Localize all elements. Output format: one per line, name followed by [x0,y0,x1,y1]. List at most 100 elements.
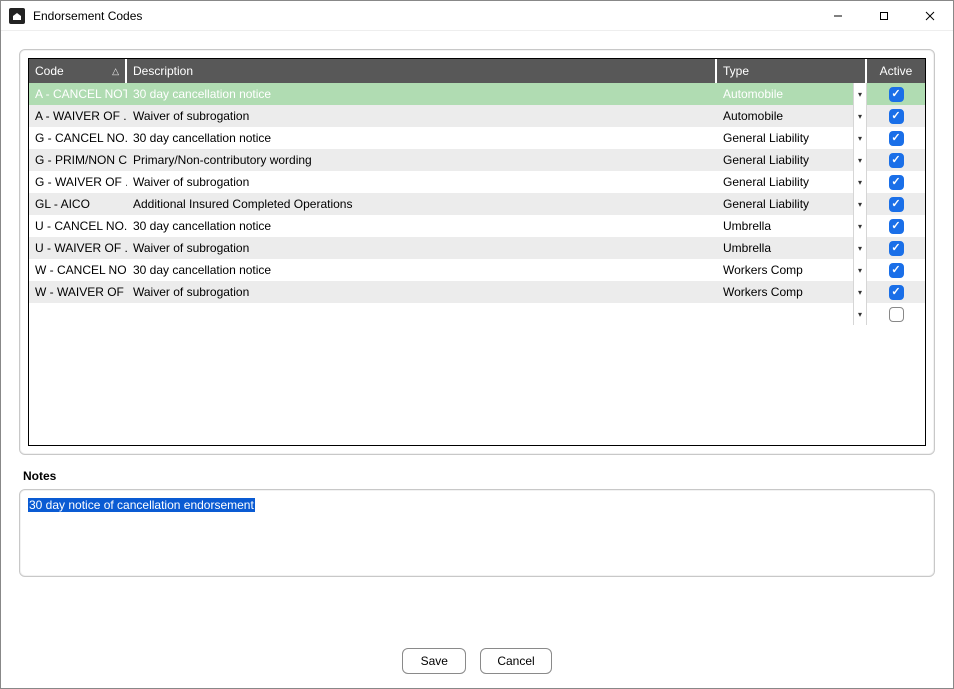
cell-type[interactable]: General Liability [717,149,853,171]
col-header-type[interactable]: Type [717,59,867,83]
table-row[interactable]: G - WAIVER OF ...Waiver of subrogationGe… [29,171,925,193]
cell-code[interactable]: G - WAIVER OF ... [29,171,127,193]
active-checkbox[interactable] [889,241,904,256]
cell-code[interactable]: U - WAIVER OF ... [29,237,127,259]
cell-description[interactable]: Additional Insured Completed Operations [127,193,717,215]
cell-active [867,105,925,127]
type-dropdown-button[interactable]: ▾ [853,83,867,105]
cell-description[interactable]: 30 day cancellation notice [127,215,717,237]
table-row[interactable]: W - CANCEL NO...30 day cancellation noti… [29,259,925,281]
active-checkbox[interactable] [889,87,904,102]
active-checkbox[interactable] [889,109,904,124]
active-checkbox[interactable] [889,131,904,146]
table-row[interactable]: U - WAIVER OF ...Waiver of subrogationUm… [29,237,925,259]
cell-active [867,303,925,325]
cell-type[interactable]: General Liability [717,193,853,215]
cell-description[interactable]: Waiver of subrogation [127,105,717,127]
window-title: Endorsement Codes [33,9,142,23]
type-dropdown-button[interactable]: ▾ [853,215,867,237]
cell-code[interactable]: W - WAIVER OF ... [29,281,127,303]
cell-type[interactable]: Automobile [717,105,853,127]
cell-type[interactable] [717,303,853,325]
cell-code[interactable]: G - CANCEL NO... [29,127,127,149]
cell-active [867,193,925,215]
active-checkbox[interactable] [889,307,904,322]
cell-type[interactable]: Automobile [717,83,853,105]
cell-type[interactable]: General Liability [717,127,853,149]
chevron-down-icon: ▾ [858,222,862,231]
cell-code[interactable]: A - WAIVER OF ... [29,105,127,127]
col-header-active-label: Active [880,64,913,78]
sort-ascending-icon: △ [108,66,119,77]
table-row[interactable]: A - WAIVER OF ...Waiver of subrogationAu… [29,105,925,127]
col-header-active[interactable]: Active [867,59,925,83]
cell-type[interactable]: Umbrella [717,215,853,237]
col-header-description[interactable]: Description [127,59,717,83]
chevron-down-icon: ▾ [858,200,862,209]
cell-description[interactable]: Waiver of subrogation [127,281,717,303]
chevron-down-icon: ▾ [858,288,862,297]
type-dropdown-button[interactable]: ▾ [853,281,867,303]
chevron-down-icon: ▾ [858,112,862,121]
cell-code[interactable]: W - CANCEL NO... [29,259,127,281]
minimize-icon [833,11,843,21]
save-button[interactable]: Save [402,648,466,674]
table-row[interactable]: U - CANCEL NO...30 day cancellation noti… [29,215,925,237]
cell-description[interactable]: 30 day cancellation notice [127,127,717,149]
active-checkbox[interactable] [889,285,904,300]
notes-textarea[interactable]: 30 day notice of cancellation endorsemen… [26,496,928,570]
cell-description[interactable]: 30 day cancellation notice [127,83,717,105]
col-header-code[interactable]: Code △ [29,59,127,83]
type-dropdown-button[interactable]: ▾ [853,303,867,325]
cancel-button[interactable]: Cancel [480,648,551,674]
cell-description[interactable] [127,303,717,325]
grid-panel: Code △ Description Type Active A - CANCE… [19,49,935,455]
cell-code[interactable] [29,303,127,325]
table-row[interactable]: A - CANCEL NOT...30 day cancellation not… [29,83,925,105]
table-row[interactable]: GL - AICOAdditional Insured Completed Op… [29,193,925,215]
type-dropdown-button[interactable]: ▾ [853,237,867,259]
table-row[interactable]: G - CANCEL NO...30 day cancellation noti… [29,127,925,149]
active-checkbox[interactable] [889,153,904,168]
type-dropdown-button[interactable]: ▾ [853,171,867,193]
maximize-icon [879,11,889,21]
type-dropdown-button[interactable]: ▾ [853,105,867,127]
cell-code[interactable]: U - CANCEL NO... [29,215,127,237]
chevron-down-icon: ▾ [858,156,862,165]
table-row[interactable]: G - PRIM/NON C...Primary/Non-contributor… [29,149,925,171]
cell-active [867,171,925,193]
cell-type[interactable]: General Liability [717,171,853,193]
table-row[interactable]: W - WAIVER OF ...Waiver of subrogationWo… [29,281,925,303]
close-button[interactable] [907,1,953,31]
cell-type[interactable]: Umbrella [717,237,853,259]
type-dropdown-button[interactable]: ▾ [853,259,867,281]
cell-type[interactable]: Workers Comp [717,259,853,281]
active-checkbox[interactable] [889,263,904,278]
minimize-button[interactable] [815,1,861,31]
app-icon [9,8,25,24]
notes-label: Notes [23,469,931,483]
active-checkbox[interactable] [889,197,904,212]
col-header-type-label: Type [723,64,749,78]
active-checkbox[interactable] [889,175,904,190]
cell-description[interactable]: 30 day cancellation notice [127,259,717,281]
cell-code[interactable]: GL - AICO [29,193,127,215]
cell-code[interactable]: G - PRIM/NON C... [29,149,127,171]
notes-panel: 30 day notice of cancellation endorsemen… [19,489,935,577]
grid-body[interactable]: A - CANCEL NOT...30 day cancellation not… [29,83,925,445]
cell-code[interactable]: A - CANCEL NOT... [29,83,127,105]
type-dropdown-button[interactable]: ▾ [853,127,867,149]
cell-description[interactable]: Waiver of subrogation [127,237,717,259]
cell-type[interactable]: Workers Comp [717,281,853,303]
cell-active [867,215,925,237]
cell-description[interactable]: Waiver of subrogation [127,171,717,193]
maximize-button[interactable] [861,1,907,31]
type-dropdown-button[interactable]: ▾ [853,149,867,171]
active-checkbox[interactable] [889,219,904,234]
table-row[interactable]: ▾ [29,303,925,325]
cell-description[interactable]: Primary/Non-contributory wording [127,149,717,171]
close-icon [925,11,935,21]
cell-active [867,281,925,303]
col-header-description-label: Description [133,64,193,78]
type-dropdown-button[interactable]: ▾ [853,193,867,215]
